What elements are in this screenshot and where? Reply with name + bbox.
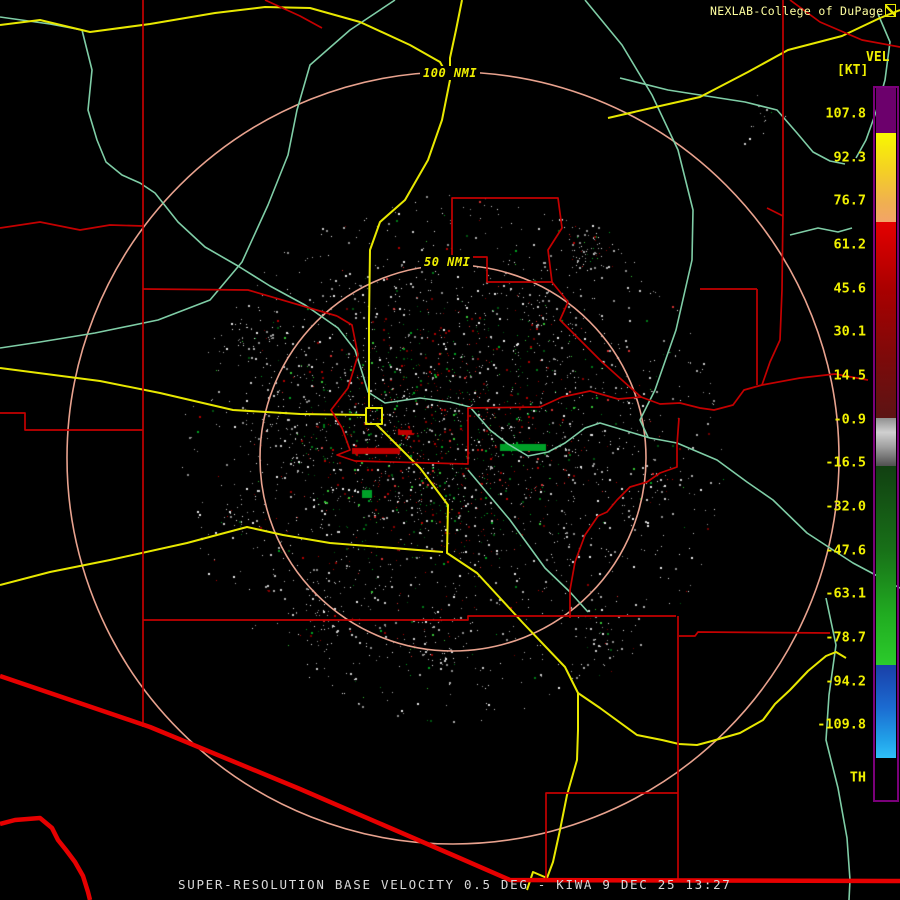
colorbar-tick-label: 14.5 <box>833 368 866 384</box>
colorbar-tick-label: 92.3 <box>833 150 866 166</box>
county-line <box>0 221 144 231</box>
slashed-box-icon <box>885 4 897 17</box>
road-line <box>0 526 444 586</box>
colorbar-tick-label: -0.9 <box>833 412 866 428</box>
state-border-line <box>0 815 93 900</box>
road-line <box>577 651 847 746</box>
colorbar-segment <box>876 133 896 222</box>
river-line <box>584 0 694 438</box>
state-border-line <box>0 673 900 884</box>
colorbar-tick-label: -109.8 <box>817 717 866 733</box>
river-line <box>789 227 853 236</box>
colorbar-tick-label: -63.1 <box>825 586 866 602</box>
range-ring-100-nmi <box>66 71 840 845</box>
colorbar-tick-label: 76.7 <box>833 193 866 209</box>
county-line <box>766 207 784 217</box>
county-line <box>551 281 642 398</box>
road-line <box>365 407 383 425</box>
road-line <box>0 6 451 407</box>
county-line <box>330 315 869 465</box>
colorbar-segment <box>876 466 896 665</box>
colorbar-segment <box>876 222 896 418</box>
radar-map: 107.8 92.3 76.7 61.2 45.6 30.1 14.5 -0.9 -16.5 -3… <box>0 0 900 900</box>
colorbar-segment <box>876 665 896 758</box>
radar-display: 107.8 92.3 76.7 61.2 45.6 30.1 14.5 -0.9 -16.5 -3… <box>0 0 900 900</box>
road-line <box>0 367 367 416</box>
colorbar-tick-label: -78.7 <box>825 630 866 646</box>
river-line <box>619 77 846 165</box>
county-line <box>440 197 563 283</box>
range-ring-label-100nmi: 100 NMI <box>420 66 481 80</box>
colorbar-tick-label: -47.6 <box>825 543 866 559</box>
river-line <box>0 16 900 589</box>
county-line <box>0 412 143 431</box>
colorbar-segment <box>876 758 896 800</box>
colorbar-tick-label: -16.5 <box>825 455 866 471</box>
county-line <box>569 417 680 618</box>
title-text: NEXLAB-College of DuPage <box>710 4 884 18</box>
colorbar-segment <box>876 88 896 133</box>
county-line <box>264 0 323 29</box>
river-line <box>0 0 396 349</box>
road-line <box>375 423 579 891</box>
colorbar-tick-label: 45.6 <box>833 281 866 297</box>
colorbar-title: VEL <box>866 50 890 65</box>
colorbar-tick-label: 107.8 <box>825 106 866 122</box>
colorbar-tick-label: 30.1 <box>833 324 866 340</box>
colorbar-segment <box>876 418 896 466</box>
county-line <box>143 615 676 621</box>
county-line <box>142 288 338 317</box>
county-line <box>679 631 831 637</box>
colorbar-tick-label: -94.2 <box>825 674 866 690</box>
colorbar-units: [KT] <box>837 63 869 78</box>
product-caption: SUPER-RESOLUTION BASE VELOCITY 0.5 DEG -… <box>178 877 732 892</box>
colorbar-tick-label: 61.2 <box>833 237 866 253</box>
range-ring-50-nmi <box>259 264 647 652</box>
colorbar-tick-label: TH <box>850 770 866 786</box>
colorbar-tick-label: -32.0 <box>825 499 866 515</box>
range-ring-label-50nmi: 50 NMI <box>421 255 474 269</box>
page-title: NEXLAB-College of DuPage <box>710 4 897 18</box>
